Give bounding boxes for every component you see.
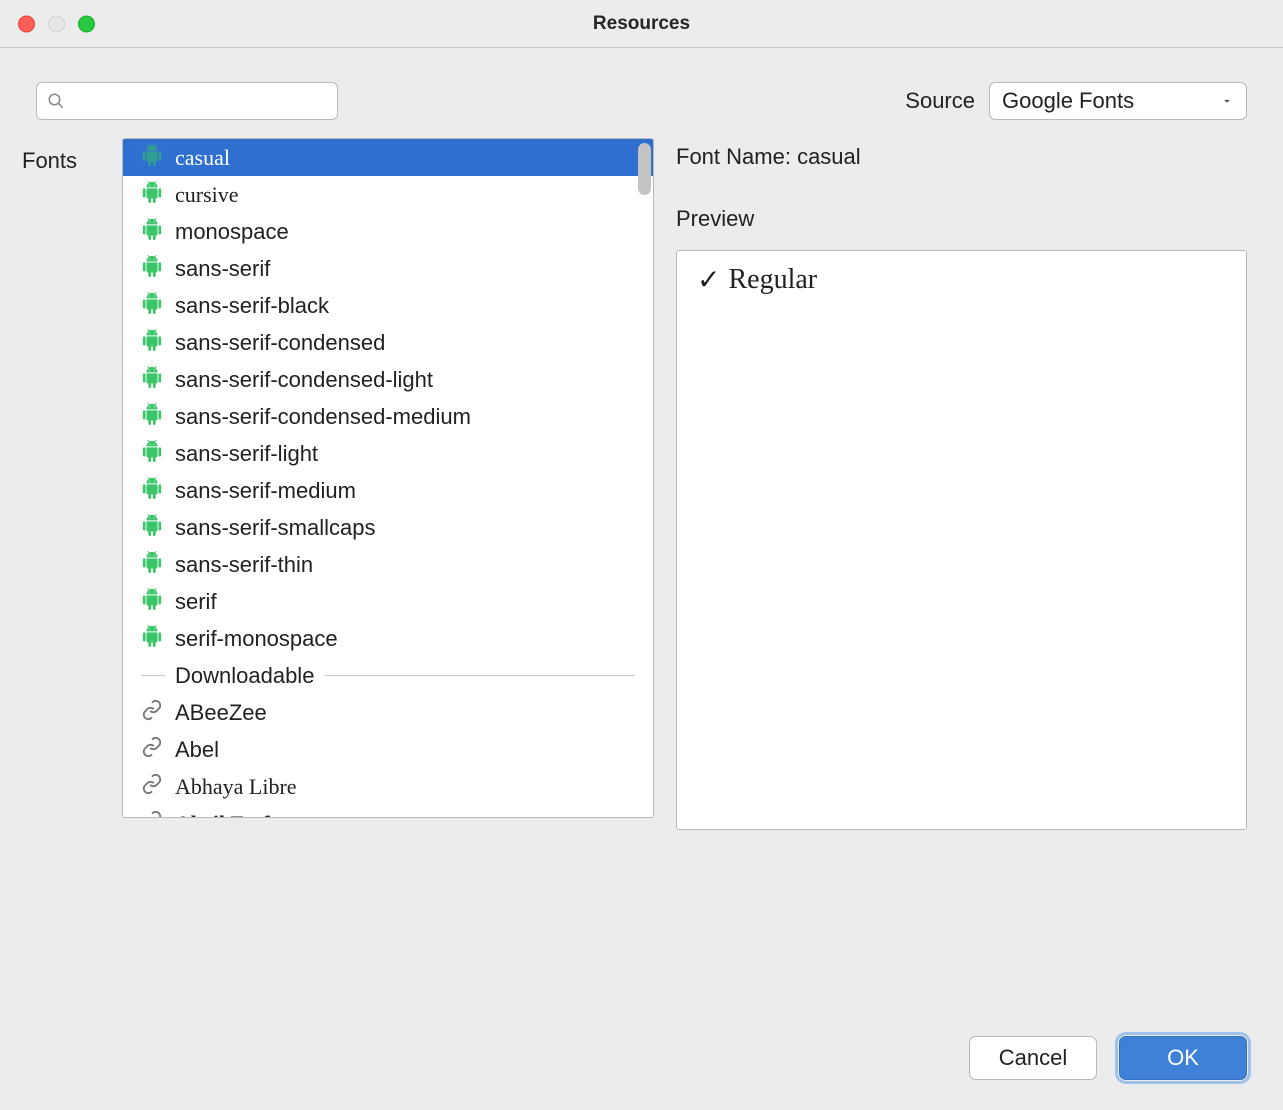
main-content: Fonts casual cursive monospace sans-serif sa… [0, 138, 1283, 830]
link-icon [141, 810, 163, 818]
font-item-label: sans-serif-condensed-medium [175, 404, 471, 430]
preview-item-label: Regular [728, 264, 817, 296]
font-item-label: ABeeZee [175, 700, 267, 726]
font-item-label: serif-monospace [175, 626, 338, 652]
font-name-row: Font Name: casual [676, 138, 1247, 170]
font-list: casual cursive monospace sans-serif sans-ser… [122, 138, 654, 818]
chevron-down-icon [1220, 94, 1234, 108]
font-item-label: Abhaya Libre [175, 774, 297, 800]
font-item-label: sans-serif-medium [175, 478, 356, 504]
minimize-window-button[interactable] [48, 15, 65, 32]
font-name-label: Font Name: [676, 144, 791, 169]
link-icon [141, 773, 163, 801]
ok-button[interactable]: OK [1119, 1036, 1247, 1080]
separator-line [141, 675, 165, 676]
font-item[interactable]: sans-serif-thin [123, 546, 653, 583]
check-icon: ✓ [697, 263, 720, 297]
font-list-scroll[interactable]: casual cursive monospace sans-serif sans-ser… [123, 139, 653, 817]
preview-label: Preview [676, 206, 1247, 232]
android-icon [141, 329, 163, 357]
android-icon [141, 588, 163, 616]
fonts-section-label: Fonts [22, 138, 100, 830]
android-icon [141, 181, 163, 209]
font-item-label: serif [175, 589, 217, 615]
android-icon [141, 292, 163, 320]
font-item[interactable]: sans-serif-black [123, 287, 653, 324]
source-label: Source [905, 88, 975, 114]
android-icon [141, 218, 163, 246]
font-item[interactable]: Abril Fatface [123, 805, 653, 817]
font-item-label: cursive [175, 182, 239, 208]
font-item[interactable]: sans-serif-condensed [123, 324, 653, 361]
close-window-button[interactable] [18, 15, 35, 32]
source-value: Google Fonts [1002, 88, 1134, 114]
android-icon [141, 514, 163, 542]
font-item-label: monospace [175, 219, 289, 245]
font-item[interactable]: sans-serif-condensed-medium [123, 398, 653, 435]
search-icon [47, 92, 65, 110]
android-icon [141, 403, 163, 431]
font-item-label: sans-serif-smallcaps [175, 515, 376, 541]
search-input-wrap[interactable] [36, 82, 338, 120]
link-icon [141, 736, 163, 764]
traffic-lights [18, 15, 95, 32]
search-input[interactable] [71, 91, 327, 112]
android-icon [141, 551, 163, 579]
title-bar: Resources [0, 0, 1283, 48]
font-item-label: casual [175, 145, 230, 171]
cancel-button[interactable]: Cancel [969, 1036, 1097, 1080]
section-separator: Downloadable [123, 657, 653, 694]
font-item[interactable]: sans-serif [123, 250, 653, 287]
footer: Cancel OK [969, 1036, 1247, 1080]
source-select[interactable]: Google Fonts [989, 82, 1247, 120]
font-item[interactable]: cursive [123, 176, 653, 213]
android-icon [141, 625, 163, 653]
separator-line [324, 675, 635, 676]
preview-box: ✓ Regular [676, 250, 1247, 830]
detail-pane: Font Name: casual Preview ✓ Regular [676, 138, 1247, 830]
font-item-label: sans-serif-thin [175, 552, 313, 578]
separator-label: Downloadable [175, 663, 314, 689]
font-item-label: sans-serif-condensed-light [175, 367, 433, 393]
font-item[interactable]: Abel [123, 731, 653, 768]
font-item[interactable]: sans-serif-condensed-light [123, 361, 653, 398]
android-icon [141, 255, 163, 283]
font-item-label: Abel [175, 737, 219, 763]
font-item-label: sans-serif [175, 256, 270, 282]
font-item[interactable]: serif [123, 583, 653, 620]
android-icon [141, 477, 163, 505]
font-item-label: sans-serif-light [175, 441, 318, 467]
font-item-label: sans-serif-black [175, 293, 329, 319]
font-item[interactable]: sans-serif-medium [123, 472, 653, 509]
window-title: Resources [0, 13, 1283, 35]
android-icon [141, 440, 163, 468]
font-item[interactable]: ABeeZee [123, 694, 653, 731]
scrollbar-thumb[interactable] [638, 143, 651, 195]
font-item-label: sans-serif-condensed [175, 330, 385, 356]
toolbar: Source Google Fonts [0, 48, 1283, 138]
font-item-label: Abril Fatface [175, 811, 300, 818]
font-item[interactable]: sans-serif-smallcaps [123, 509, 653, 546]
font-item[interactable]: Abhaya Libre [123, 768, 653, 805]
android-icon [141, 366, 163, 394]
font-name-value: casual [797, 144, 861, 169]
source-control: Source Google Fonts [905, 82, 1247, 120]
link-icon [141, 699, 163, 727]
font-item[interactable]: casual [123, 139, 653, 176]
maximize-window-button[interactable] [78, 15, 95, 32]
font-item[interactable]: sans-serif-light [123, 435, 653, 472]
font-item[interactable]: serif-monospace [123, 620, 653, 657]
android-icon [141, 144, 163, 172]
font-item[interactable]: monospace [123, 213, 653, 250]
preview-item[interactable]: ✓ Regular [697, 263, 1226, 297]
